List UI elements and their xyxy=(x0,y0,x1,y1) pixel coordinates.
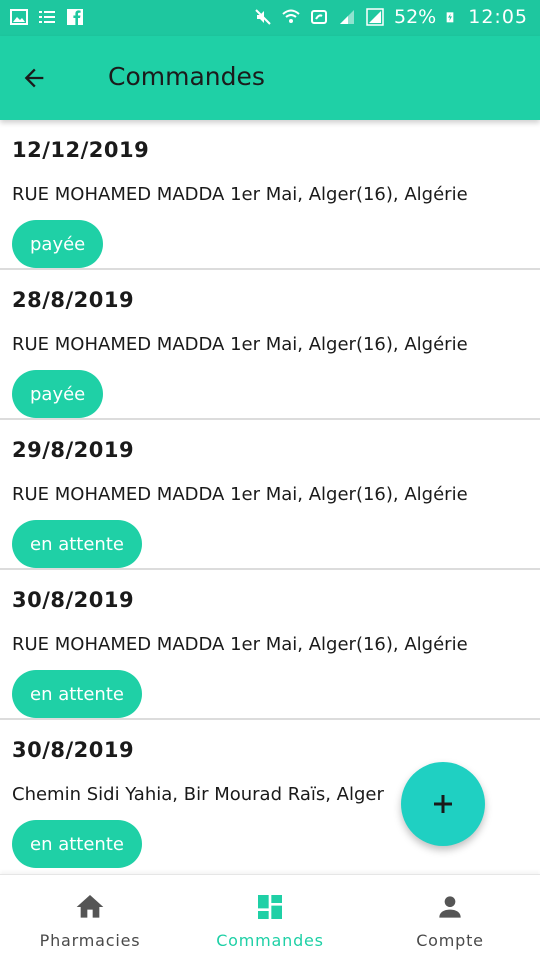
dashboard-icon xyxy=(258,895,282,919)
facebook-notification-icon xyxy=(67,9,83,25)
nav-item-commandes[interactable]: Commandes xyxy=(180,875,360,960)
battery-percent: 52% xyxy=(394,6,437,28)
order-date: 12/12/2019 xyxy=(12,138,150,162)
order-status-badge[interactable]: payée xyxy=(12,220,104,268)
nav-label: Pharmacies xyxy=(39,931,141,950)
arrow-back-icon xyxy=(24,68,44,88)
home-icon xyxy=(76,895,104,918)
nfc-icon xyxy=(311,10,327,24)
notification-icons xyxy=(10,8,84,26)
order-address: RUE MOHAMED MADDA 1er Mai, Alger(16), Al… xyxy=(12,184,468,205)
order-item[interactable]: 28/8/2019 RUE MOHAMED MADDA 1er Mai, Alg… xyxy=(0,270,540,420)
order-date: 28/8/2019 xyxy=(12,288,135,312)
signal-icon-2 xyxy=(366,8,384,26)
order-status-badge[interactable]: en attente xyxy=(12,820,142,868)
clock: 12:05 xyxy=(468,6,528,28)
plus-icon xyxy=(434,795,452,813)
order-address: RUE MOHAMED MADDA 1er Mai, Alger(16), Al… xyxy=(12,334,468,355)
order-address: Chemin Sidi Yahia, Bir Mourad Raïs, Alge… xyxy=(12,784,384,805)
back-button[interactable] xyxy=(14,58,54,98)
nav-item-compte[interactable]: Compte xyxy=(360,875,540,960)
nav-label: Commandes xyxy=(216,931,324,950)
nav-label: Compte xyxy=(416,931,484,950)
order-status-badge[interactable]: en attente xyxy=(12,670,142,718)
signal-icon xyxy=(340,10,354,24)
wifi-icon xyxy=(282,9,300,23)
system-icons: 52% 12:05 xyxy=(254,6,528,28)
battery-charging-icon xyxy=(446,12,454,23)
order-date: 30/8/2019 xyxy=(12,588,135,612)
add-order-button[interactable] xyxy=(401,762,485,846)
status-bar: 52% 12:05 xyxy=(0,0,540,36)
order-status-badge[interactable]: en attente xyxy=(12,520,142,568)
person-icon xyxy=(439,896,461,918)
order-item[interactable]: 30/8/2019 RUE MOHAMED MADDA 1er Mai, Alg… xyxy=(0,570,540,720)
bottom-navigation: Pharmacies Commandes Compte xyxy=(0,874,540,960)
mute-icon xyxy=(255,9,271,25)
order-item[interactable]: 12/12/2019 RUE MOHAMED MADDA 1er Mai, Al… xyxy=(0,120,540,270)
order-date: 29/8/2019 xyxy=(12,438,135,462)
order-address: RUE MOHAMED MADDA 1er Mai, Alger(16), Al… xyxy=(12,484,468,505)
list-notification-icon xyxy=(39,11,55,23)
order-status-badge[interactable]: payée xyxy=(12,370,104,418)
image-notification-icon xyxy=(10,9,28,25)
order-item[interactable]: 29/8/2019 RUE MOHAMED MADDA 1er Mai, Alg… xyxy=(0,420,540,570)
nav-item-pharmacies[interactable]: Pharmacies xyxy=(0,875,180,960)
order-date: 30/8/2019 xyxy=(12,738,135,762)
page-title: Commandes xyxy=(108,62,265,91)
orders-list[interactable]: 12/12/2019 RUE MOHAMED MADDA 1er Mai, Al… xyxy=(0,120,540,874)
order-address: RUE MOHAMED MADDA 1er Mai, Alger(16), Al… xyxy=(12,634,468,655)
app-bar: Commandes xyxy=(0,36,540,120)
